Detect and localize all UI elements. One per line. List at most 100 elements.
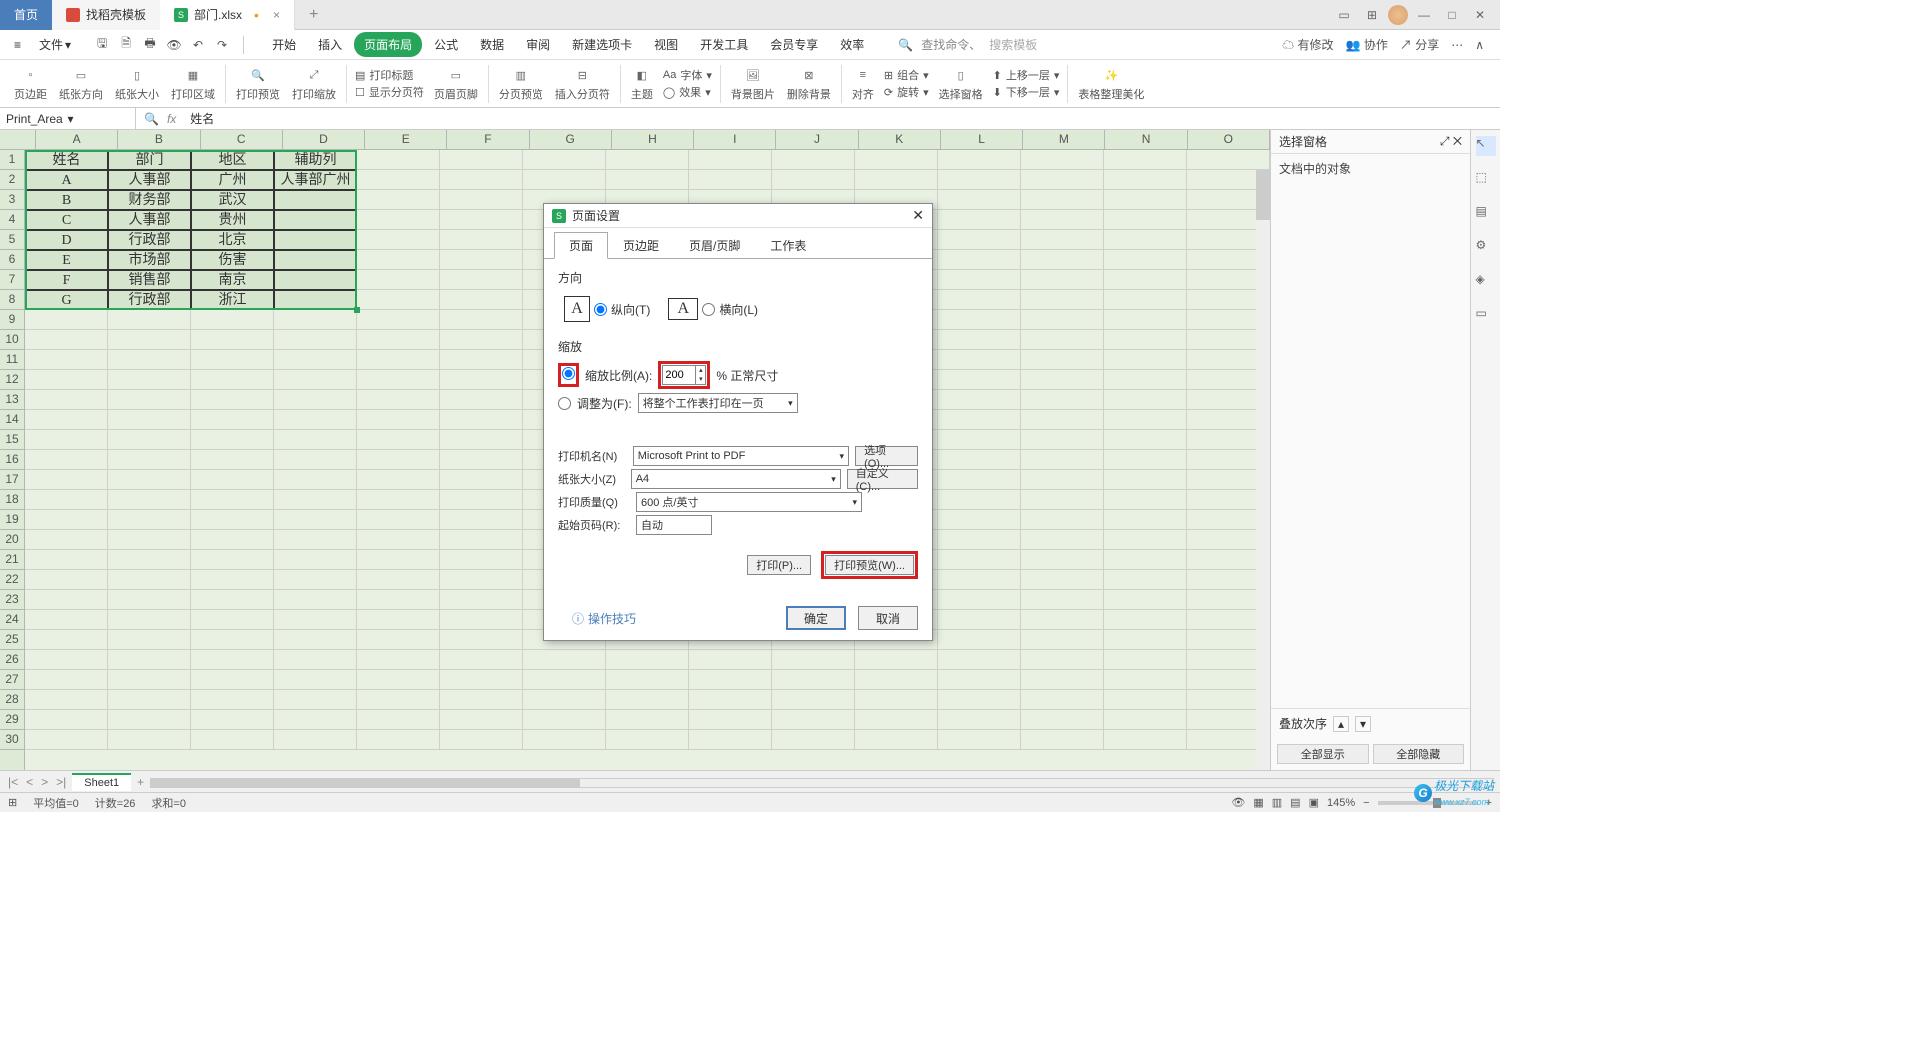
cell[interactable] xyxy=(1021,470,1104,490)
cell[interactable] xyxy=(938,390,1021,410)
ribbon-tab-5[interactable]: 审阅 xyxy=(516,32,560,57)
row-header[interactable]: 30 xyxy=(0,730,24,750)
cell[interactable] xyxy=(108,510,191,530)
cell[interactable] xyxy=(191,690,274,710)
cell[interactable] xyxy=(1104,550,1187,570)
cell[interactable] xyxy=(606,710,689,730)
rb-del-bg[interactable]: ⊠删除背景 xyxy=(781,65,837,102)
cell[interactable] xyxy=(357,630,440,650)
cell[interactable]: 姓名 xyxy=(25,150,108,170)
cell[interactable] xyxy=(855,690,938,710)
cell[interactable] xyxy=(191,430,274,450)
cell[interactable] xyxy=(191,710,274,730)
cell[interactable] xyxy=(191,410,274,430)
row-header[interactable]: 22 xyxy=(0,570,24,590)
cell[interactable] xyxy=(440,150,523,170)
cell[interactable] xyxy=(440,670,523,690)
cell[interactable] xyxy=(938,330,1021,350)
cell[interactable] xyxy=(938,170,1021,190)
row-header[interactable]: 25 xyxy=(0,630,24,650)
cell[interactable] xyxy=(357,550,440,570)
cell[interactable] xyxy=(440,650,523,670)
cell[interactable] xyxy=(191,650,274,670)
cell[interactable] xyxy=(772,710,855,730)
cell[interactable] xyxy=(938,410,1021,430)
cell[interactable] xyxy=(108,590,191,610)
row-header[interactable]: 2 xyxy=(0,170,24,190)
cell[interactable] xyxy=(1021,650,1104,670)
rb-fonts[interactable]: Aa 字体 ▾ xyxy=(663,67,712,83)
cell[interactable] xyxy=(1104,170,1187,190)
cell[interactable] xyxy=(274,570,357,590)
fit-to-select[interactable]: 将整个工作表打印在一页▾ xyxy=(638,393,798,413)
cell[interactable] xyxy=(523,730,606,750)
ribbon-tab-4[interactable]: 数据 xyxy=(470,32,514,57)
cell[interactable] xyxy=(274,350,357,370)
cell[interactable] xyxy=(274,270,357,290)
cell[interactable] xyxy=(357,530,440,550)
cell[interactable] xyxy=(938,610,1021,630)
row-header[interactable]: 1 xyxy=(0,150,24,170)
cell[interactable] xyxy=(108,470,191,490)
zoom-out-icon[interactable]: − xyxy=(1363,797,1369,809)
cell[interactable] xyxy=(357,210,440,230)
cell[interactable]: 部门 xyxy=(108,150,191,170)
row-header[interactable]: 19 xyxy=(0,510,24,530)
cell[interactable] xyxy=(108,570,191,590)
cell[interactable] xyxy=(274,410,357,430)
cell[interactable] xyxy=(1104,430,1187,450)
cell[interactable] xyxy=(357,350,440,370)
cell[interactable] xyxy=(1104,390,1187,410)
cell[interactable] xyxy=(440,210,523,230)
cell[interactable] xyxy=(108,350,191,370)
view-pagebreak-icon[interactable]: ▤ xyxy=(1290,796,1300,809)
dialog-tab-1[interactable]: 页边距 xyxy=(608,232,674,259)
row-header[interactable]: 4 xyxy=(0,210,24,230)
cell[interactable] xyxy=(357,570,440,590)
cell[interactable] xyxy=(606,690,689,710)
cell[interactable] xyxy=(1021,350,1104,370)
cell[interactable] xyxy=(357,330,440,350)
cell[interactable] xyxy=(108,450,191,470)
settings-icon[interactable]: ⚙ xyxy=(1476,238,1496,258)
view-page-icon[interactable]: ▥ xyxy=(1272,796,1282,809)
rb-fwd[interactable]: ⬆ 上移一层 ▾ xyxy=(993,67,1060,83)
cell[interactable] xyxy=(1021,370,1104,390)
save-icon[interactable]: 🖫 xyxy=(91,34,113,56)
cell[interactable] xyxy=(523,670,606,690)
col-header[interactable]: O xyxy=(1188,130,1270,149)
filter-icon[interactable]: ▤ xyxy=(1476,204,1496,224)
cell[interactable] xyxy=(357,510,440,530)
cell[interactable] xyxy=(938,710,1021,730)
cell[interactable] xyxy=(1104,190,1187,210)
cell[interactable] xyxy=(274,530,357,550)
rb-print-titles[interactable]: ▤ 打印标题 xyxy=(355,67,424,83)
cell[interactable] xyxy=(772,670,855,690)
cell[interactable] xyxy=(440,530,523,550)
cell[interactable] xyxy=(108,410,191,430)
sheet-tab[interactable]: Sheet1 xyxy=(72,773,131,791)
cell[interactable] xyxy=(1104,630,1187,650)
cell[interactable] xyxy=(108,370,191,390)
rb-rotate[interactable]: ⟳ 旋转 ▾ xyxy=(884,84,929,100)
fit-to-radio[interactable] xyxy=(558,397,571,410)
cell[interactable] xyxy=(191,570,274,590)
cell[interactable] xyxy=(689,670,772,690)
col-header[interactable]: E xyxy=(365,130,447,149)
col-header[interactable]: D xyxy=(283,130,365,149)
cell[interactable] xyxy=(938,210,1021,230)
cell[interactable] xyxy=(1021,210,1104,230)
col-header[interactable]: C xyxy=(201,130,283,149)
cell[interactable] xyxy=(440,690,523,710)
more-icon[interactable]: ⋯ xyxy=(1451,38,1463,52)
ribbon-tab-1[interactable]: 插入 xyxy=(308,32,352,57)
cell[interactable] xyxy=(772,150,855,170)
col-header[interactable]: F xyxy=(447,130,529,149)
cell[interactable] xyxy=(274,450,357,470)
cell[interactable] xyxy=(1021,270,1104,290)
landscape-radio[interactable] xyxy=(702,303,715,316)
cell[interactable] xyxy=(938,370,1021,390)
cell[interactable] xyxy=(357,590,440,610)
ok-button[interactable]: 确定 xyxy=(786,606,846,630)
row-header[interactable]: 15 xyxy=(0,430,24,450)
